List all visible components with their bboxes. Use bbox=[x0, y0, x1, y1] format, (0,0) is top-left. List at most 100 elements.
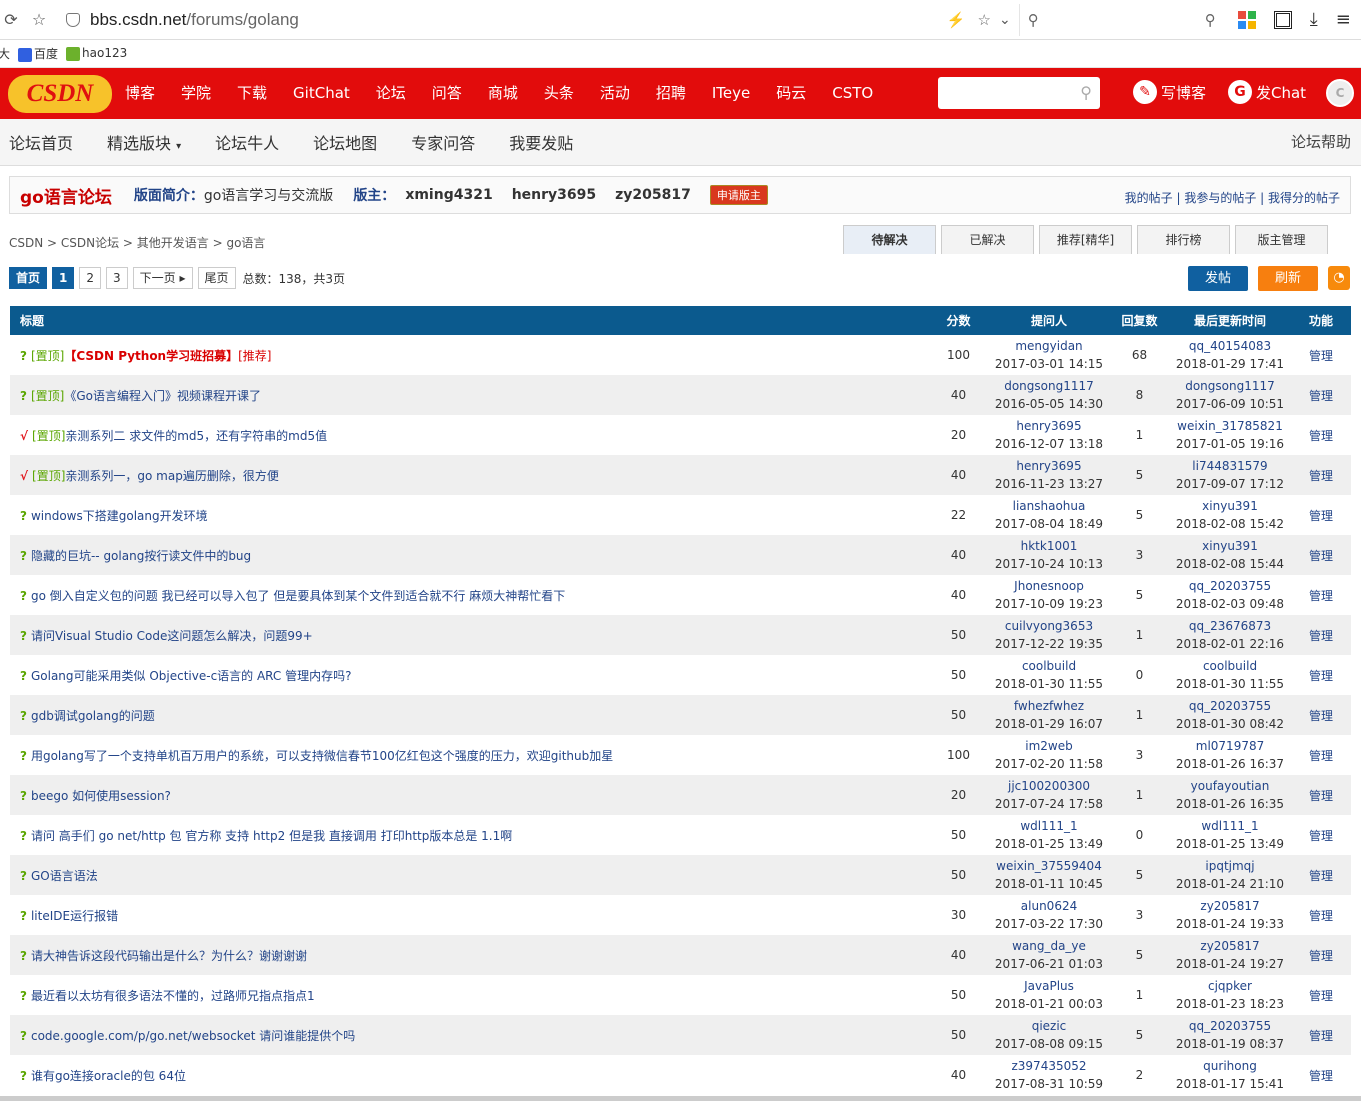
page-2[interactable]: 2 bbox=[79, 267, 102, 289]
flash-icon[interactable]: ⚡ bbox=[947, 11, 966, 29]
avatar[interactable]: C bbox=[1326, 79, 1354, 107]
manage-link[interactable]: 管理 bbox=[1309, 349, 1333, 363]
topic-link[interactable]: 亲测系列一，go map遍历删除，很方便 bbox=[65, 469, 278, 483]
star-icon[interactable]: ☆ bbox=[28, 10, 50, 29]
tab-3[interactable]: 排行榜 bbox=[1137, 225, 1230, 254]
topic-link[interactable]: 隐藏的巨坑-- golang按行读文件中的bug bbox=[31, 549, 251, 563]
page-first[interactable]: 首页 bbox=[9, 267, 48, 289]
manage-link[interactable]: 管理 bbox=[1309, 709, 1333, 723]
top-nav-item[interactable]: GitChat bbox=[284, 68, 359, 119]
manage-link[interactable]: 管理 bbox=[1309, 549, 1333, 563]
topic-link[interactable]: 亲测系列二 求文件的md5，还有字符串的md5值 bbox=[65, 429, 327, 443]
topic-link[interactable]: beego 如何使用session? bbox=[31, 789, 171, 803]
last-user-link[interactable]: youfayoutian bbox=[1169, 777, 1292, 795]
my-posts-links[interactable]: 我的帖子 | 我参与的帖子 | 我得分的帖子 bbox=[1125, 189, 1340, 206]
topic-link[interactable]: code.google.com/p/go.net/websocket 请问谁能提… bbox=[31, 1029, 355, 1043]
top-nav-item[interactable]: CSTO bbox=[823, 68, 882, 119]
dropdown-icon[interactable]: ⌄ bbox=[999, 12, 1011, 28]
asker-link[interactable]: wdl111_1 bbox=[988, 817, 1111, 835]
topic-link[interactable]: 【CSDN Python学习班招募】 bbox=[64, 349, 238, 363]
manage-link[interactable]: 管理 bbox=[1309, 629, 1333, 643]
page-1[interactable]: 1 bbox=[52, 267, 75, 289]
topic-link[interactable]: go 倒入自定义包的问题 我已经可以导入包了 但是要具体到某个文件到适合就不行 … bbox=[31, 589, 565, 603]
top-nav-item[interactable]: 下载 bbox=[228, 68, 276, 119]
last-user-link[interactable]: dongsong1117 bbox=[1169, 377, 1292, 395]
qrcode-icon[interactable] bbox=[1273, 10, 1292, 29]
manage-link[interactable]: 管理 bbox=[1309, 669, 1333, 683]
new-post-button[interactable]: 发帖 bbox=[1188, 266, 1248, 291]
last-user-link[interactable]: qq_23676873 bbox=[1169, 617, 1292, 635]
manage-link[interactable]: 管理 bbox=[1309, 989, 1333, 1003]
last-user-link[interactable]: li744831579 bbox=[1169, 457, 1292, 475]
asker-link[interactable]: z397435052 bbox=[988, 1057, 1111, 1075]
nav-forum-home[interactable]: 论坛首页 bbox=[9, 130, 73, 154]
topic-link[interactable]: 用golang写了一个支持单机百万用户的系统，可以支持微信春节100亿红包这个强… bbox=[31, 749, 613, 763]
apps-icon[interactable] bbox=[1237, 10, 1256, 29]
address-bar[interactable]: bbs.csdn.net/forums/golang ⚡ ☆ bbox=[64, 4, 991, 36]
top-nav-item[interactable]: 论坛 bbox=[367, 68, 415, 119]
topic-link[interactable]: windows下搭建golang开发环境 bbox=[31, 509, 208, 523]
last-user-link[interactable]: qq_20203755 bbox=[1169, 1017, 1292, 1035]
manage-link[interactable]: 管理 bbox=[1309, 429, 1333, 443]
top-nav-item[interactable]: 商城 bbox=[479, 68, 527, 119]
download-icon[interactable]: ⤓ bbox=[1310, 9, 1318, 30]
reload-icon[interactable]: ⟳ bbox=[0, 10, 22, 29]
last-user-link[interactable]: wdl111_1 bbox=[1169, 817, 1292, 835]
asker-link[interactable]: lianshaohua bbox=[988, 497, 1111, 515]
page-last[interactable]: 尾页 bbox=[197, 267, 236, 289]
last-user-link[interactable]: qq_40154083 bbox=[1169, 337, 1292, 355]
manage-link[interactable]: 管理 bbox=[1309, 789, 1333, 803]
asker-link[interactable]: wang_da_ye bbox=[988, 937, 1111, 955]
topic-link[interactable]: Golang可能采用类似 Objective-c语言的 ARC 管理内存吗? bbox=[31, 669, 352, 683]
asker-link[interactable]: henry3695 bbox=[988, 457, 1111, 475]
last-user-link[interactable]: qurihong bbox=[1169, 1057, 1292, 1075]
asker-link[interactable]: JavaPlus bbox=[988, 977, 1111, 995]
csdn-logo[interactable]: CSDN bbox=[8, 74, 112, 113]
moderator-link[interactable]: henry3695 bbox=[512, 187, 596, 203]
last-user-link[interactable]: weixin_31785821 bbox=[1169, 417, 1292, 435]
bookmark-item[interactable]: 百度 bbox=[18, 45, 58, 62]
menu-icon[interactable]: ≡ bbox=[1336, 9, 1351, 30]
forum-title[interactable]: go语言论坛 bbox=[20, 183, 112, 208]
topic-link[interactable]: gdb调试golang的问题 bbox=[31, 709, 155, 723]
top-nav-item[interactable]: 活动 bbox=[591, 68, 639, 119]
topic-link[interactable]: 《Go语言编程入门》视频课程开课了 bbox=[64, 389, 261, 403]
last-user-link[interactable]: zy205817 bbox=[1169, 897, 1292, 915]
topic-link[interactable]: 最近看以太坊有很多语法不懂的，过路师兄指点指点1 bbox=[31, 989, 315, 1003]
last-user-link[interactable]: ipqtjmqj bbox=[1169, 857, 1292, 875]
page-3[interactable]: 3 bbox=[106, 267, 128, 289]
manage-link[interactable]: 管理 bbox=[1309, 1069, 1333, 1083]
chat-button[interactable]: G 发Chat bbox=[1228, 80, 1306, 104]
last-user-link[interactable]: qq_20203755 bbox=[1169, 697, 1292, 715]
last-user-link[interactable]: ml0719787 bbox=[1169, 737, 1292, 755]
top-nav-item[interactable]: 头条 bbox=[535, 68, 583, 119]
last-user-link[interactable]: zy205817 bbox=[1169, 937, 1292, 955]
asker-link[interactable]: coolbuild bbox=[988, 657, 1111, 675]
help-link[interactable]: 论坛帮助 bbox=[1291, 131, 1351, 152]
topic-link[interactable]: liteIDE运行报错 bbox=[31, 909, 118, 923]
search-icon-right[interactable]: ⚲ bbox=[1205, 11, 1216, 29]
asker-link[interactable]: weixin_37559404 bbox=[988, 857, 1111, 875]
top-nav-item[interactable]: 博客 bbox=[116, 68, 164, 119]
top-nav-item[interactable]: 码云 bbox=[767, 68, 815, 119]
nav-qa[interactable]: 专家问答 bbox=[411, 130, 475, 154]
last-user-link[interactable]: qq_20203755 bbox=[1169, 577, 1292, 595]
horizontal-scrollbar[interactable] bbox=[0, 1096, 1361, 1101]
tab-0[interactable]: 待解决 bbox=[843, 225, 936, 254]
asker-link[interactable]: alun0624 bbox=[988, 897, 1111, 915]
search-icon[interactable]: ⚲ bbox=[1080, 83, 1092, 102]
last-user-link[interactable]: xinyu391 bbox=[1169, 497, 1292, 515]
nav-experts[interactable]: 论坛牛人 bbox=[215, 130, 279, 154]
browser-search[interactable]: ⚲ ⚲ bbox=[1018, 3, 1224, 36]
manage-link[interactable]: 管理 bbox=[1309, 869, 1333, 883]
bookmark-item[interactable]: hao123 bbox=[66, 46, 127, 61]
refresh-button[interactable]: 刷新 bbox=[1258, 266, 1318, 291]
nav-featured[interactable]: 精选版块 ▾ bbox=[107, 130, 181, 154]
last-user-link[interactable]: xinyu391 bbox=[1169, 537, 1292, 555]
tab-4[interactable]: 版主管理 bbox=[1235, 225, 1328, 254]
manage-link[interactable]: 管理 bbox=[1309, 1029, 1333, 1043]
last-user-link[interactable]: cjqpker bbox=[1169, 977, 1292, 995]
bookmark-item[interactable]: 网大 bbox=[0, 45, 10, 62]
top-nav-item[interactable]: 学院 bbox=[172, 68, 220, 119]
asker-link[interactable]: Jhonesnoop bbox=[988, 577, 1111, 595]
